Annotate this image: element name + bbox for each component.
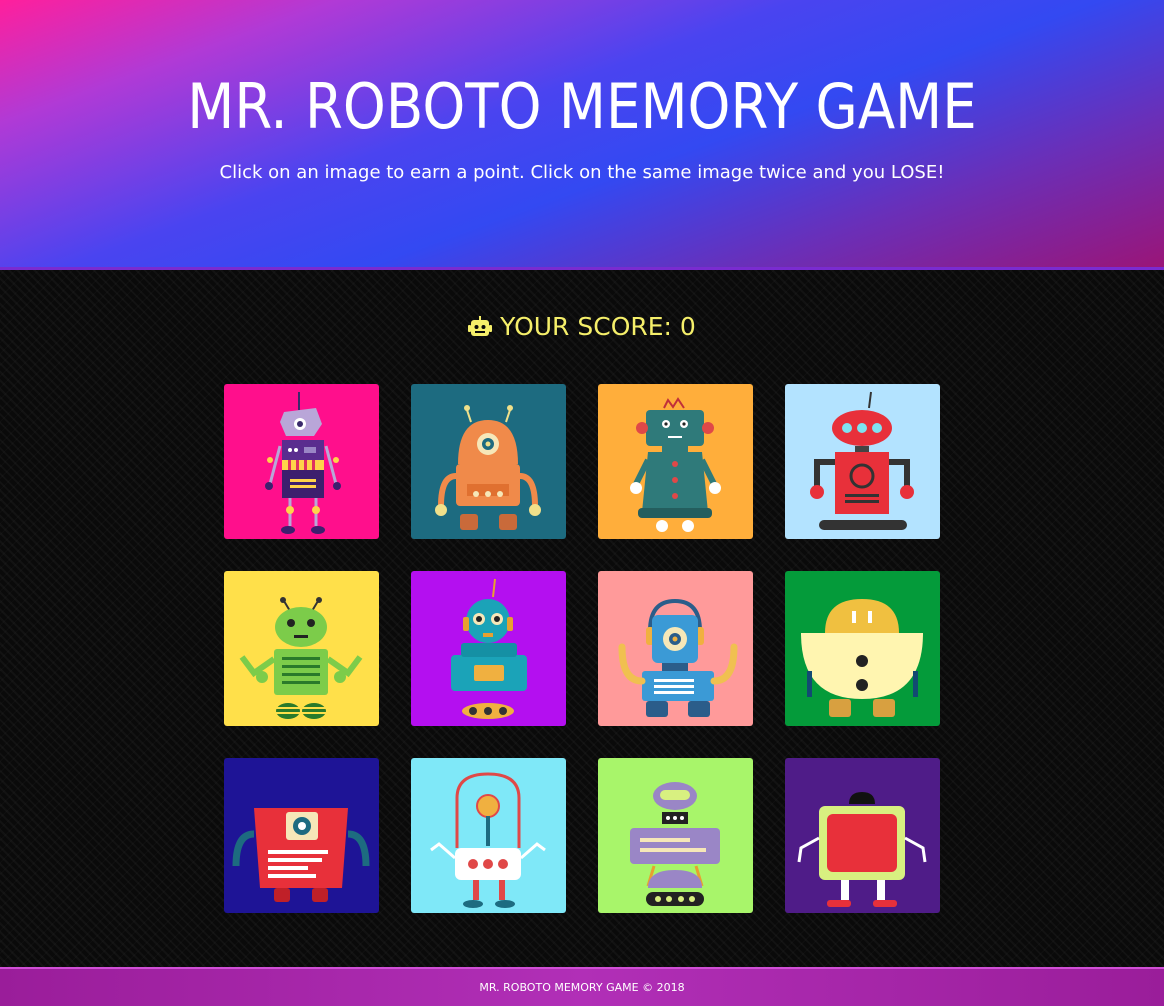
robot-image-1 [224,384,379,539]
robot-card-4[interactable] [785,384,940,539]
robot-image-7 [598,571,753,726]
robot-image-6 [411,571,566,726]
game-instructions: Click on an image to earn a point. Click… [219,162,945,183]
robot-card-12[interactable] [785,758,940,913]
robot-card-2[interactable] [411,384,566,539]
robot-icon [468,315,493,344]
robot-image-9 [224,758,379,913]
robot-image-10 [411,758,566,913]
page-title: MR. ROBOTO MEMORY GAME [187,70,977,143]
robot-card-9[interactable] [224,758,379,913]
robot-image-2 [411,384,566,539]
robot-card-8[interactable] [785,571,940,726]
robot-card-3[interactable] [598,384,753,539]
robot-card-6[interactable] [411,571,566,726]
page-header: MR. ROBOTO MEMORY GAME Click on an image… [0,0,1164,270]
robot-image-12 [785,758,940,913]
robot-image-3 [598,384,753,539]
score-display: YOUR SCORE: 0 [0,312,1164,344]
score-value: 0 [679,312,696,341]
robot-card-7[interactable] [598,571,753,726]
robot-card-1[interactable] [224,384,379,539]
robot-image-5 [224,571,379,726]
robot-image-8 [785,571,940,726]
footer-text: MR. ROBOTO MEMORY GAME © 2018 [479,981,685,994]
robot-card-11[interactable] [598,758,753,913]
game-area: YOUR SCORE: 0 [0,270,1164,967]
robot-image-4 [785,384,940,539]
robot-card-5[interactable] [224,571,379,726]
robot-image-11 [598,758,753,913]
page-footer: MR. ROBOTO MEMORY GAME © 2018 [0,967,1164,1006]
score-label: YOUR SCORE: [500,312,672,341]
robot-card-10[interactable] [411,758,566,913]
card-grid [224,384,940,913]
